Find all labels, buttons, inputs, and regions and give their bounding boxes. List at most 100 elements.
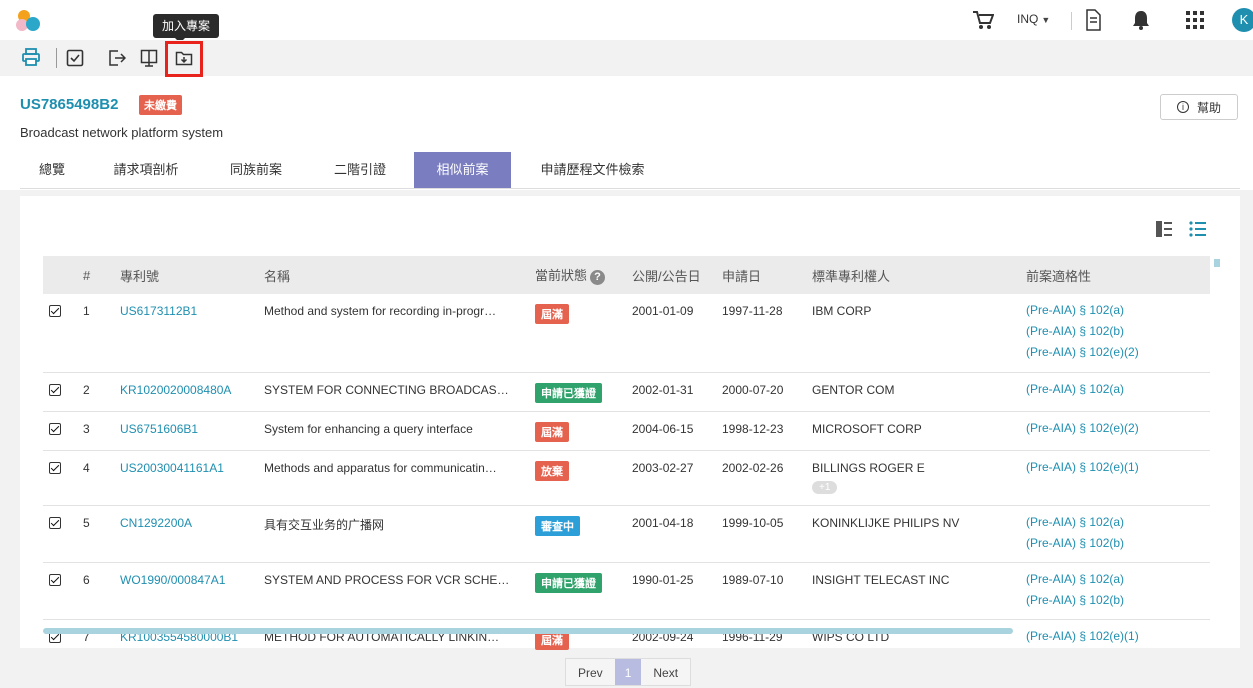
suitability-link[interactable]: (Pre-AIA) § 102(e)(1) [1026,457,1204,478]
patent-number-cell: US20030041161A1 [114,450,258,506]
row-checkbox[interactable] [49,516,61,529]
patent-number-link[interactable]: US20030041161A1 [120,461,224,475]
table-row[interactable]: 3 US6751606B1 System for enhancing a query… [43,411,1210,451]
tab-file-history-search[interactable]: 申請歷程文件檢索 [525,152,660,188]
row-checkbox[interactable] [49,573,61,586]
patent-number-cell: CN1292200A [114,505,258,563]
assignee: MICROSOFT CORP [812,421,922,436]
list-view-icon[interactable] [1189,221,1206,237]
app-date: 2000-07-20 [716,372,806,412]
patent-number-link[interactable]: US6751606B1 [120,422,198,436]
table-header-row: # 專利號 名稱 當前狀態? 公開/公告日 申請日 標準專利權人 前案適格性 [43,256,1210,294]
assignee: GENTOR COM [812,382,895,397]
horizontal-scrollbar[interactable] [43,628,1013,634]
pub-date: 2002-09-24 [632,629,694,644]
header-select [43,256,77,294]
pub-date: 2001-01-09 [626,294,716,373]
question-icon[interactable]: ? [590,270,606,285]
suitability-cell: (Pre-AIA) § 102(a) (Pre-AIA) § 102(b) [1020,562,1210,620]
table-row[interactable]: 2 KR1020020008480A SYSTEM FOR CONNECTING B… [43,372,1210,412]
bell-icon[interactable] [1132,10,1150,30]
status-cell: 屆滿 [529,619,626,658]
pagination: Prev 1 Next [565,658,692,686]
row-num: 4 [77,450,114,506]
pub-date: 2003-02-27 [626,450,716,506]
page-number-button[interactable]: 1 [614,659,642,685]
print-icon[interactable] [22,48,40,66]
row-select-cell [43,562,77,620]
header-status[interactable]: 當前狀態? [529,256,626,294]
cart-icon[interactable] [972,10,994,30]
suitability-link[interactable]: (Pre-AIA) § 102(e)(1) [1026,626,1204,647]
tab-overview[interactable]: 總覽 [20,152,84,188]
inq-label: INQ [1017,12,1039,26]
split-view-icon[interactable] [1156,221,1172,237]
more-assignees-badge[interactable]: +1 [812,480,838,494]
row-select-cell [43,372,77,412]
suitability-link[interactable]: (Pre-AIA) § 102(a) [1026,512,1204,533]
header-pub-date[interactable]: 公開/公告日 [626,256,716,294]
row-checkbox[interactable] [49,383,61,396]
divider [1071,12,1072,30]
suitability-link[interactable]: (Pre-AIA) § 102(a) [1026,300,1204,321]
row-num: 7 [83,629,90,644]
tab-similar-prior-art[interactable]: 相似前案 [414,152,511,188]
checkbox-select-icon[interactable] [66,49,84,67]
assignee: IBM CORP [812,304,872,318]
highlight-box [165,41,203,77]
header-name[interactable]: 名稱 [258,256,529,294]
patent-name: METHOD FOR AUTOMATICALLY LINKIN… [264,629,500,644]
assignee-cell: IBM CORP [806,294,1020,373]
assignee: KONINKLIJKE PHILIPS NV [812,515,960,530]
inq-dropdown[interactable]: INQ ▼ [1017,12,1050,26]
table-row[interactable]: 6 WO1990/000847A1 SYSTEM AND PROCESS FOR V… [43,562,1210,620]
row-select-cell [43,505,77,563]
table-row[interactable]: 5 CN1292200A 具有交互业务的广播网 審查中 2001-04-18 1999-1… [43,505,1210,563]
patent-number-cell: KR1003554580000B1 [114,619,258,658]
status-badge: 申請已獲證 [535,382,602,403]
suitability-link[interactable]: (Pre-AIA) § 102(b) [1026,533,1204,554]
row-checkbox[interactable] [49,461,61,474]
next-page-button[interactable]: Next [641,659,690,685]
status-cell: 放棄 [529,450,626,506]
patent-number-link[interactable]: WO1990/000847A1 [120,573,225,587]
app-logo-icon[interactable] [14,9,44,31]
table-row[interactable]: 4 US20030041161A1 Methods and apparatus fo… [43,450,1210,506]
suitability-link[interactable]: (Pre-AIA) § 102(e)(2) [1026,418,1204,439]
tab-family[interactable]: 同族前案 [216,152,296,188]
patent-number-link[interactable]: US6173112B1 [120,304,197,318]
compare-view-icon[interactable] [140,49,158,67]
header-app-date[interactable]: 申請日 [716,256,806,294]
suitability-link[interactable]: (Pre-AIA) § 102(b) [1026,321,1204,342]
suitability-link[interactable]: (Pre-AIA) § 102(b) [1026,590,1204,611]
suitability-link[interactable]: (Pre-AIA) § 102(a) [1026,379,1204,400]
suitability-cell: (Pre-AIA) § 102(e)(2) [1020,411,1210,451]
header-suitability[interactable]: 前案適格性 [1020,256,1210,294]
info-icon: i [1176,101,1189,113]
patent-number-link[interactable]: CN1292200A [120,516,192,530]
row-select-cell [43,411,77,451]
suitability-link[interactable]: (Pre-AIA) § 102(a) [1026,569,1204,590]
table-row[interactable]: 7 KR1003554580000B1 METHOD FOR AUTOMATICAL… [43,619,1210,658]
header-assignee[interactable]: 標準專利權人 [806,256,1020,294]
patent-number-cell: WO1990/000847A1 [114,562,258,620]
user-avatar[interactable]: K [1232,8,1253,32]
row-checkbox[interactable] [49,305,61,317]
table-row[interactable]: 1 US6173112B1 Method and system for record… [43,294,1210,373]
assignee: BILLINGS ROGER E [812,460,925,475]
document-icon[interactable] [1085,9,1101,31]
vertical-scrollbar[interactable] [1214,259,1220,267]
row-checkbox[interactable] [49,422,61,435]
header-patent-no[interactable]: 專利號 [114,256,258,294]
apps-grid-icon[interactable] [1186,11,1204,29]
patent-number-link[interactable]: KR1020020008480A [120,383,231,397]
status-badge: 屆滿 [535,421,569,442]
tab-bar: 總覽 請求項剖析 同族前案 二階引證 相似前案 申請歷程文件檢索 [20,152,1240,189]
suitability-link[interactable]: (Pre-AIA) § 102(e)(2) [1026,342,1204,363]
help-button[interactable]: i 幫助 [1160,94,1238,120]
prev-page-button[interactable]: Prev [566,659,615,685]
export-icon[interactable] [108,49,126,67]
tab-claims-analysis[interactable]: 請求項剖析 [100,152,192,188]
tab-second-citation[interactable]: 二階引證 [320,152,400,188]
row-select-cell [43,450,77,506]
